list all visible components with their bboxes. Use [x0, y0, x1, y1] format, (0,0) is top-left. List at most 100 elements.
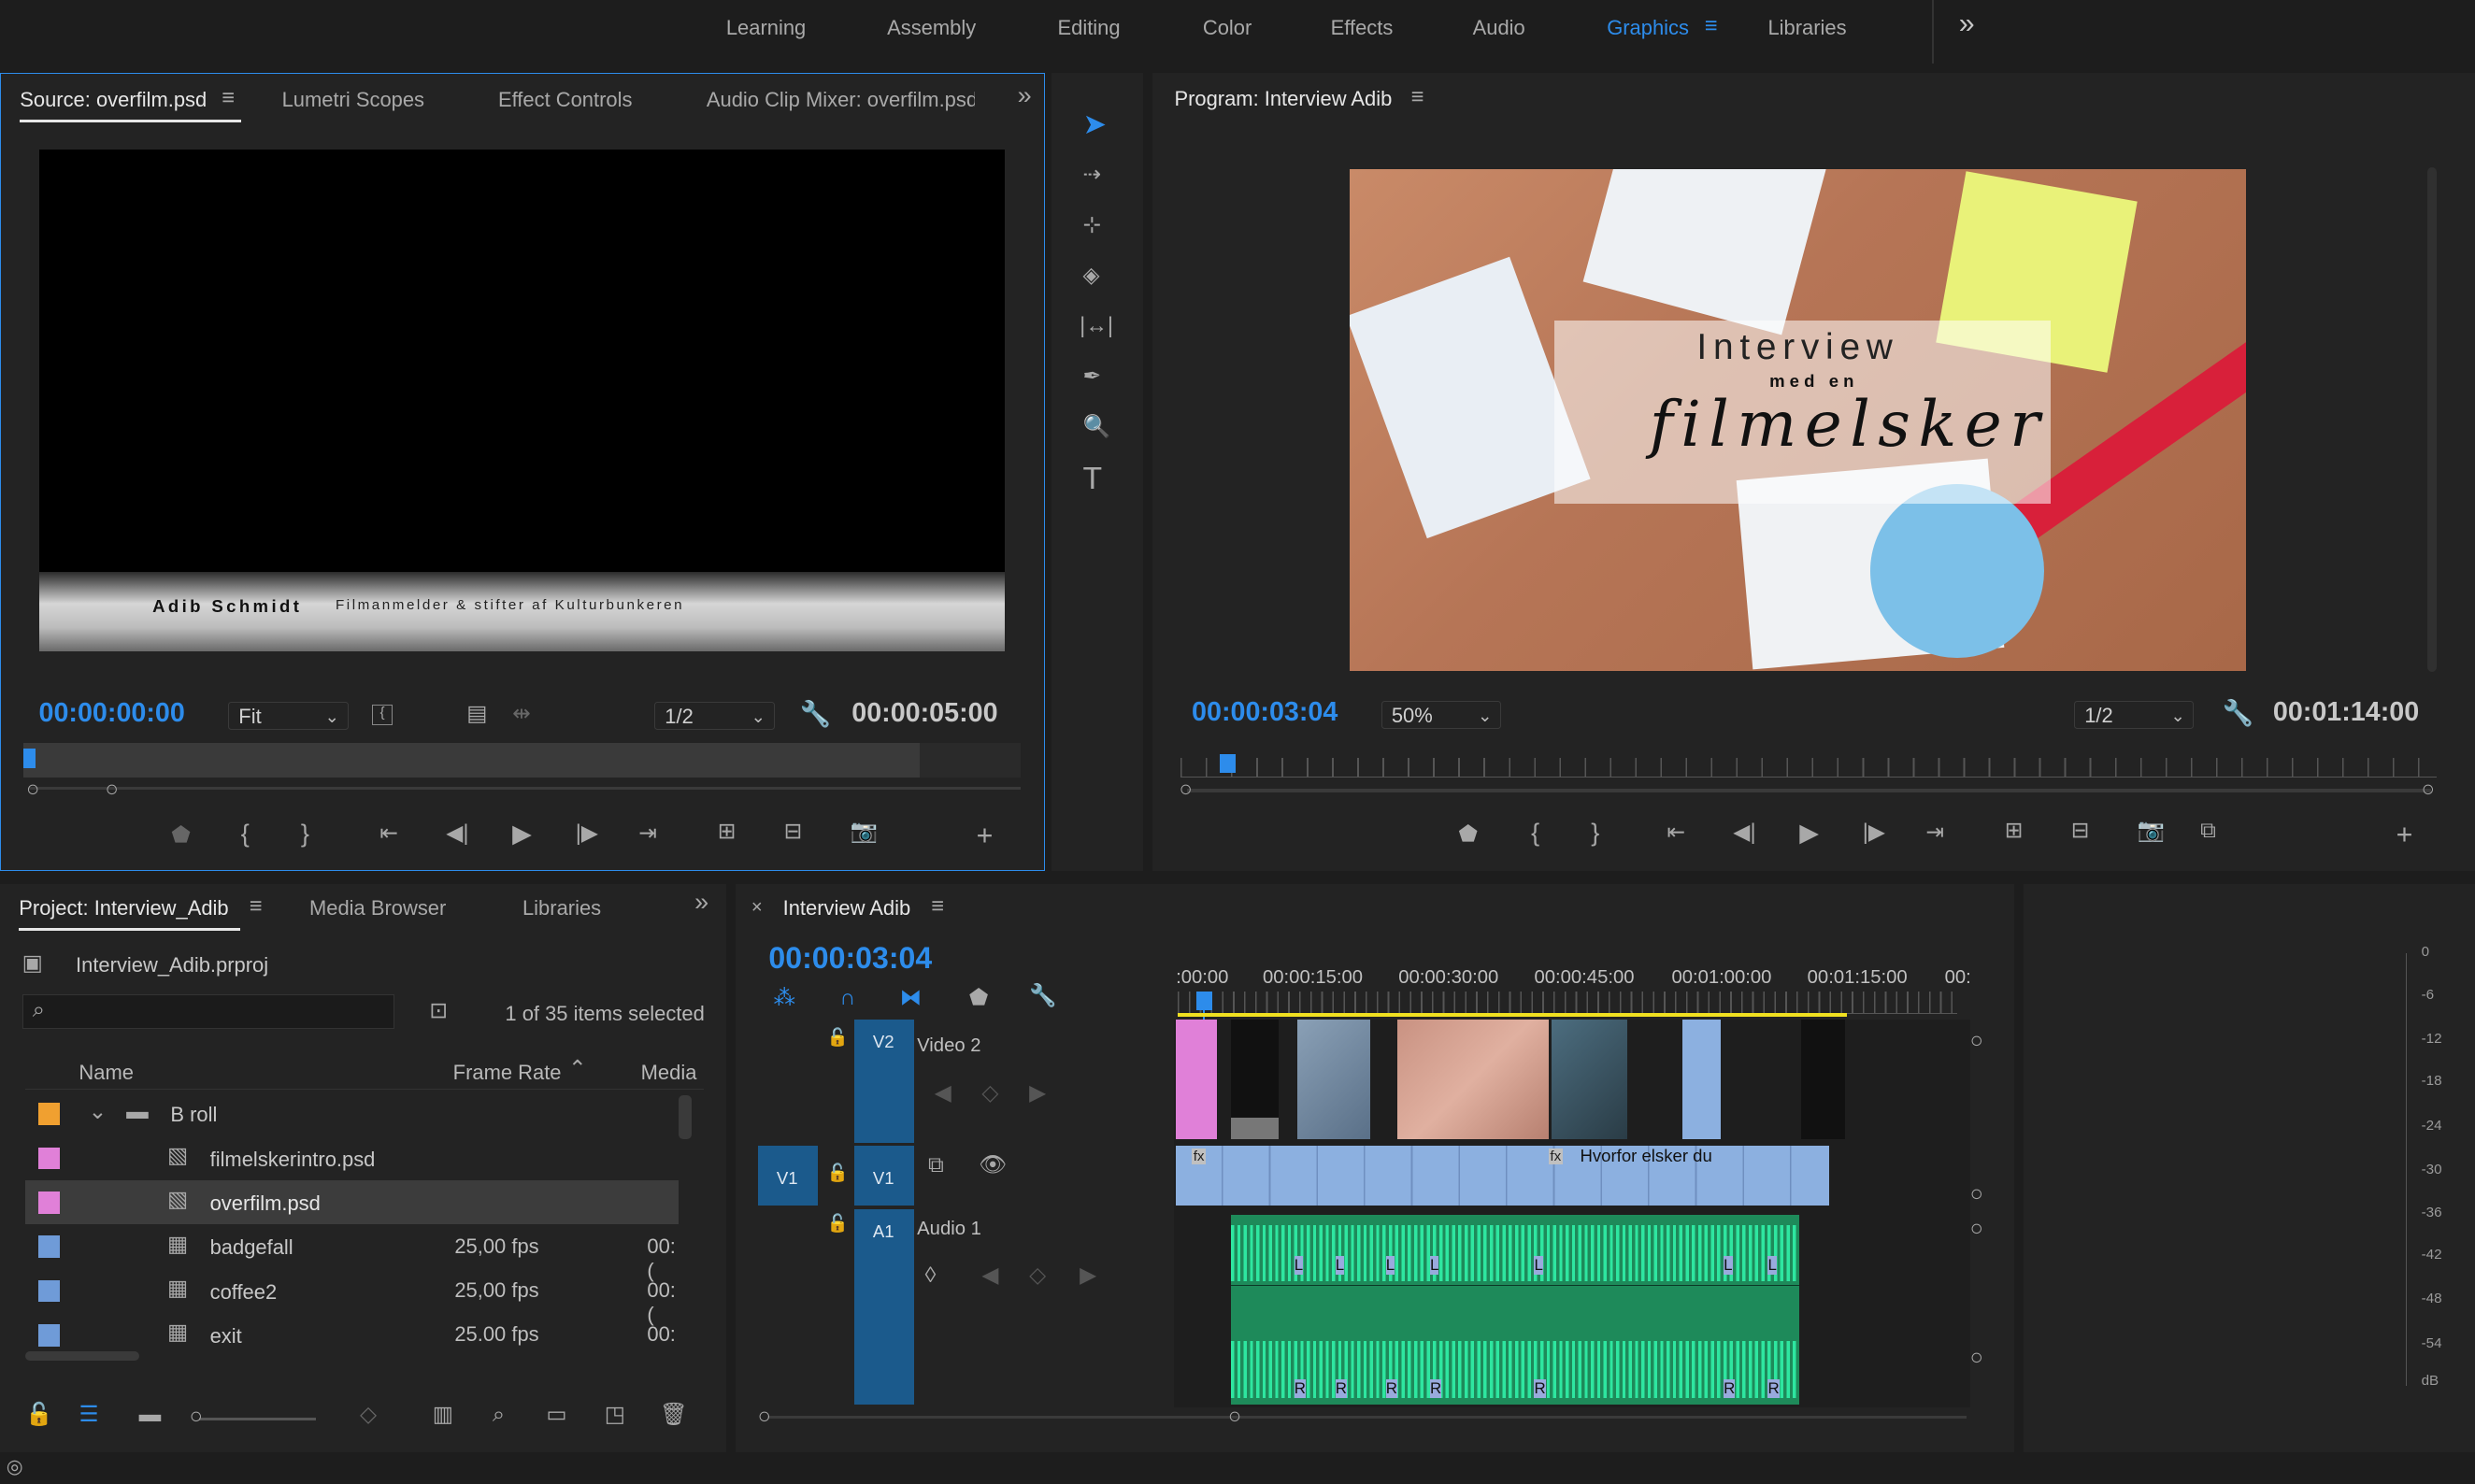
program-resolution-select[interactable]: 1/2 ⌄ — [2074, 700, 2195, 730]
video-clip[interactable] — [1552, 1019, 1628, 1140]
label-color-swatch[interactable] — [37, 1323, 61, 1347]
prev-keyframe-icon[interactable]: ◀ — [981, 1265, 998, 1288]
source-time-ruler[interactable] — [22, 742, 1021, 778]
overwrite-icon[interactable]: ⊟ — [784, 820, 803, 844]
step-forward-icon[interactable]: |▶ — [576, 822, 598, 846]
settings-icon[interactable]: ⇹ — [512, 703, 531, 726]
program-zoom-select[interactable]: 50% ⌄ — [1381, 700, 1502, 730]
comparison-view-icon[interactable]: ⧉ — [2200, 820, 2216, 843]
video-clip[interactable] — [1297, 1019, 1370, 1140]
safe-margins-icon[interactable]: { — [371, 705, 393, 726]
workspace-tab-graphics[interactable]: Graphics — [1607, 16, 1689, 40]
keyframe-icon[interactable]: ◇ — [981, 1082, 998, 1106]
razor-tool-icon[interactable]: ◈ — [1083, 264, 1100, 288]
zoom-slider[interactable] — [198, 1417, 316, 1420]
vscroll-handle[interactable]: ○ — [1970, 1030, 1983, 1053]
timeline-playhead[interactable] — [1196, 991, 1212, 1010]
project-search-field[interactable]: ⌕ — [21, 993, 395, 1030]
nest-icon[interactable]: ⁂ — [773, 987, 795, 1010]
workspace-tab-editing[interactable]: Editing — [1057, 16, 1120, 40]
wrench-icon[interactable]: 🔧 — [800, 701, 832, 727]
step-back-icon[interactable]: ◀| — [446, 822, 468, 846]
psd-clip[interactable] — [1176, 1019, 1218, 1140]
new-item-icon[interactable]: ◳ — [605, 1404, 625, 1427]
step-forward-icon[interactable]: |▶ — [1863, 821, 1885, 845]
program-menu-icon[interactable]: ≡ — [1411, 86, 1424, 109]
zoom-tool-icon[interactable]: 🔍 — [1083, 416, 1110, 439]
sort-icons-icon[interactable]: ◇ — [360, 1404, 377, 1427]
program-scrollbar[interactable] — [2427, 166, 2438, 673]
program-zoom-handle-right[interactable]: ○ — [2422, 778, 2435, 802]
label-color-swatch[interactable] — [37, 1279, 61, 1303]
add-marker-icon[interactable]: ⬟ — [1458, 823, 1478, 847]
column-frame-rate[interactable]: Frame Rate — [453, 1061, 562, 1085]
program-viewer[interactable]: Interview med en filmelsker — [1349, 168, 2247, 671]
lock-icon[interactable]: 🔓 — [827, 1164, 849, 1182]
panel-overflow-icon[interactable]: » — [694, 890, 708, 915]
chevron-down-icon[interactable]: ⌄ — [89, 1101, 107, 1124]
export-frame-icon[interactable]: ▤ — [466, 703, 487, 726]
camera-icon[interactable]: 📷 — [2138, 820, 2165, 843]
mark-out-icon[interactable]: } — [1591, 820, 1599, 846]
video-clip[interactable] — [1396, 1019, 1549, 1140]
program-timecode[interactable]: 00:00:03:04 — [1192, 697, 1338, 728]
sequence-tab[interactable]: Interview Adib — [783, 896, 911, 920]
type-tool-icon[interactable]: T — [1083, 464, 1103, 495]
slip-tool-icon[interactable]: |↔| — [1080, 315, 1113, 338]
source-resolution-select[interactable]: 1/2 ⌄ — [654, 701, 775, 731]
list-item[interactable]: ▧ overfilm.psd — [25, 1180, 680, 1225]
video-clip[interactable] — [1231, 1019, 1279, 1140]
list-item[interactable]: ▦ coffee2 25,00 fps 00:( — [25, 1269, 679, 1326]
icon-view-icon[interactable]: ▬ — [139, 1404, 162, 1427]
tab-lumetri-scopes[interactable]: Lumetri Scopes — [282, 88, 424, 112]
tab-libraries[interactable]: Libraries — [522, 896, 601, 920]
new-search-bin-icon[interactable]: ⊡ — [429, 1000, 448, 1023]
project-menu-icon[interactable]: ≡ — [250, 895, 263, 919]
track-target-a1[interactable]: A1 — [853, 1208, 914, 1406]
label-color-swatch[interactable] — [37, 1191, 61, 1214]
list-view-icon[interactable]: ☰ — [79, 1404, 98, 1427]
program-zoom-bar[interactable] — [1186, 789, 2431, 792]
button-editor-icon[interactable]: + — [2396, 820, 2413, 849]
video-clip[interactable] — [1682, 1019, 1721, 1140]
find-icon[interactable]: ⌕ — [493, 1404, 505, 1427]
sync-lock-icon[interactable]: ⧉ — [928, 1154, 944, 1177]
workspace-tab-learning[interactable]: Learning — [726, 16, 806, 40]
vscroll-handle[interactable]: ○ — [1970, 1347, 1983, 1370]
mark-in-icon[interactable]: { — [1531, 820, 1539, 846]
project-hscrollbar[interactable] — [25, 1350, 139, 1361]
interview-clip[interactable]: fx fx Hvorfor elsker du — [1176, 1146, 1830, 1206]
source-zoom-handle-right[interactable]: ○ — [105, 778, 118, 802]
mark-in-icon[interactable]: { — [241, 821, 250, 847]
vscroll-handle[interactable]: ○ — [1970, 1218, 1983, 1241]
workspace-tab-assembly[interactable]: Assembly — [887, 16, 976, 40]
workspace-tab-color[interactable]: Color — [1203, 16, 1252, 40]
source-zoom-handle-left[interactable]: ○ — [26, 778, 39, 802]
tab-effect-controls[interactable]: Effect Controls — [498, 88, 632, 112]
sort-ascending-icon[interactable]: ⌃ — [568, 1058, 587, 1081]
next-keyframe-icon[interactable]: ▶ — [1029, 1082, 1046, 1106]
extract-icon[interactable]: ⊟ — [2071, 820, 2090, 843]
snap-icon[interactable]: ∩ — [839, 987, 855, 1010]
insert-icon[interactable]: ⊞ — [718, 820, 737, 844]
timeline-ruler[interactable] — [1177, 991, 1958, 1015]
close-icon[interactable]: × — [751, 898, 763, 917]
button-editor-icon[interactable]: + — [977, 821, 994, 849]
eye-icon[interactable]: 👁 — [979, 1154, 1007, 1177]
hscroll-handle-right[interactable]: ○ — [1228, 1406, 1241, 1429]
track-target-v2[interactable]: V2 — [853, 1019, 914, 1143]
source-viewer[interactable]: Adib Schmidt Filmanmelder & stifter af K… — [38, 149, 1006, 651]
wrench-icon[interactable]: 🔧 — [1029, 986, 1056, 1008]
zoom-slider-handle[interactable]: ○ — [190, 1406, 203, 1429]
track-target-v1[interactable]: V1 — [853, 1146, 914, 1206]
source-menu-icon[interactable]: ≡ — [222, 87, 235, 110]
source-playhead[interactable] — [22, 749, 36, 768]
wrench-icon[interactable]: 🔧 — [2223, 700, 2254, 726]
lock-icon[interactable]: 🔓 — [827, 1215, 849, 1233]
lift-icon[interactable]: ⊞ — [2005, 820, 2024, 843]
sequence-menu-icon[interactable]: ≡ — [931, 895, 944, 919]
label-color-swatch[interactable] — [37, 1103, 61, 1126]
lock-icon[interactable]: 🔓 — [25, 1404, 52, 1427]
label-color-swatch[interactable] — [37, 1235, 61, 1258]
tab-audio-clip-mixer[interactable]: Audio Clip Mixer: overfilm.psd — [707, 88, 975, 112]
